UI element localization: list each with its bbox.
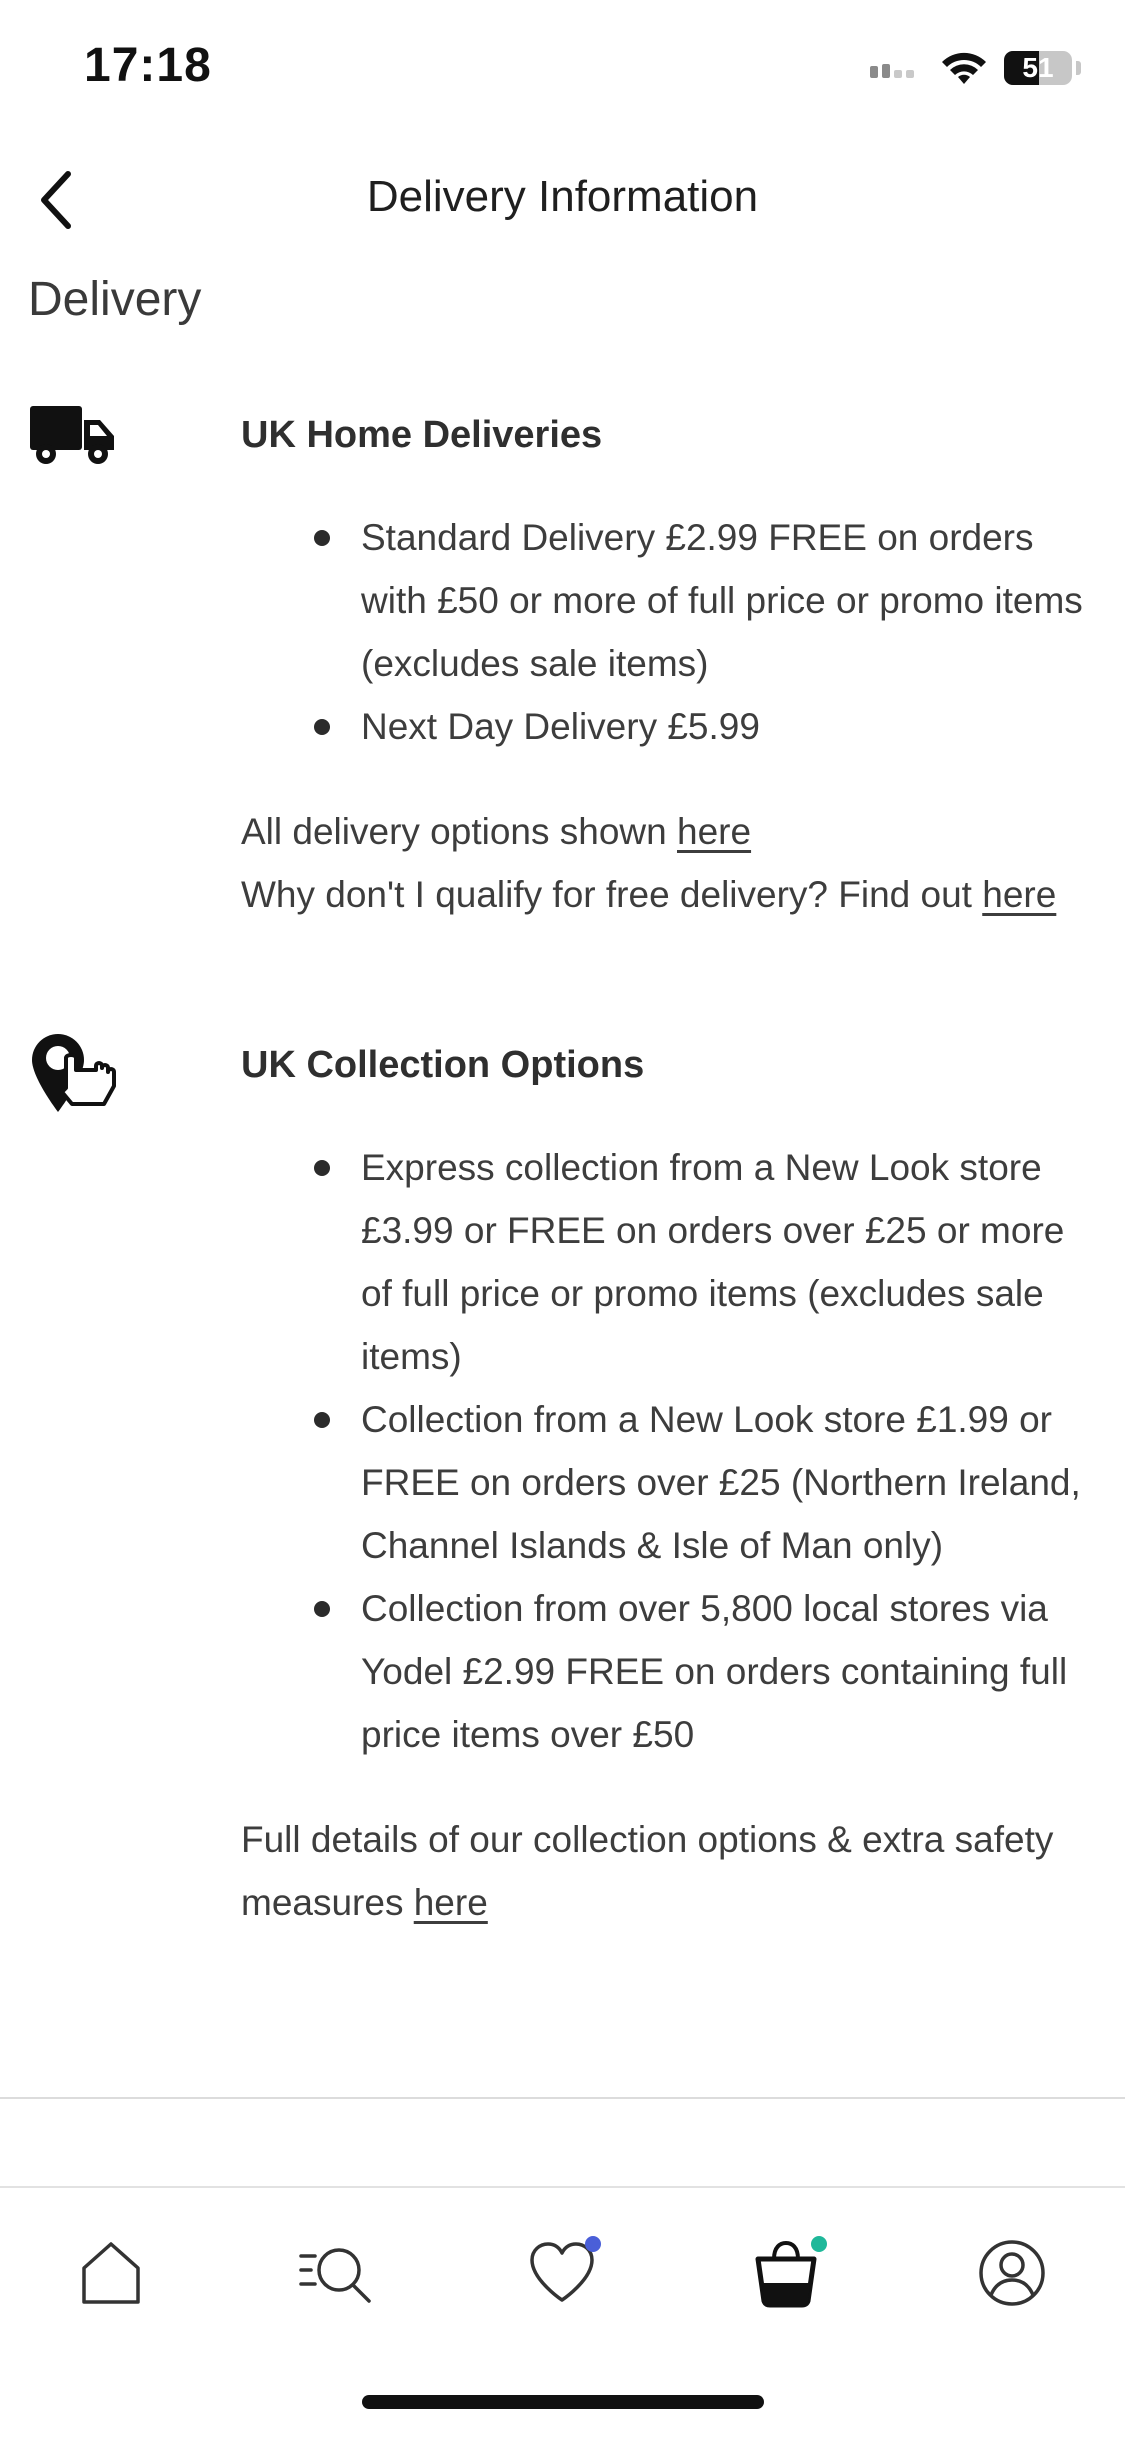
- tab-wishlist[interactable]: [517, 2228, 607, 2318]
- search-icon: [299, 2248, 371, 2303]
- truck-icon: [28, 400, 118, 490]
- options-text: All delivery options shown: [241, 811, 677, 852]
- location-pin-hand-icon: [28, 1030, 118, 1120]
- qualify-text: Why don't I qualify for free delivery? F…: [241, 874, 983, 915]
- nav-header: Delivery Information: [0, 150, 1125, 250]
- collection-options-list: Express collection from a New Look store…: [241, 1136, 1101, 1766]
- wishlist-badge: [585, 2236, 601, 2252]
- list-item: Collection from a New Look store £1.99 o…: [241, 1388, 1101, 1577]
- content-divider: [0, 2097, 1125, 2099]
- home-indicator: [362, 2395, 764, 2409]
- free-delivery-info-link[interactable]: here: [982, 874, 1056, 915]
- status-icons: 51: [868, 48, 1081, 88]
- bag-badge: [811, 2236, 827, 2252]
- collection-options-title: UK Collection Options: [241, 1044, 645, 1086]
- home-deliveries-list: Standard Delivery £2.99 FREE on orders w…: [241, 506, 1101, 758]
- collection-details-link[interactable]: here: [414, 1882, 488, 1923]
- tab-bag[interactable]: [741, 2228, 831, 2318]
- collection-details-text: Full details of our collection options &…: [241, 1808, 1101, 1934]
- list-item: Express collection from a New Look store…: [241, 1136, 1101, 1388]
- battery-level: 51: [1022, 52, 1054, 83]
- wifi-icon: [942, 52, 986, 84]
- battery-icon: 51: [1004, 51, 1072, 85]
- section-heading: Delivery: [28, 273, 202, 326]
- home-deliveries-body: UK Home Deliveries Standard Delivery £2.…: [241, 410, 1101, 926]
- list-item: Next Day Delivery £5.99: [241, 695, 1101, 758]
- tab-account[interactable]: [967, 2228, 1057, 2318]
- battery-nub: [1076, 61, 1081, 75]
- status-time: 17:18: [84, 39, 212, 92]
- home-icon: [82, 2242, 140, 2304]
- delivery-options-link[interactable]: here: [677, 811, 751, 852]
- collection-options-body: UK Collection Options Express collection…: [241, 1040, 1101, 1934]
- status-bar: 17:18 51: [0, 0, 1125, 132]
- details-text: Full details of our collection options &…: [241, 1819, 1054, 1923]
- user-icon: [979, 2240, 1045, 2306]
- delivery-options-text: All delivery options shown here Why don'…: [241, 800, 1101, 926]
- tab-search[interactable]: [292, 2228, 382, 2318]
- tab-home[interactable]: [66, 2228, 156, 2318]
- list-item: Standard Delivery £2.99 FREE on orders w…: [241, 506, 1101, 695]
- home-deliveries-title: UK Home Deliveries: [241, 414, 603, 456]
- list-item: Collection from over 5,800 local stores …: [241, 1577, 1101, 1766]
- page-title: Delivery Information: [366, 172, 759, 221]
- cellular-signal-icon: [870, 64, 914, 78]
